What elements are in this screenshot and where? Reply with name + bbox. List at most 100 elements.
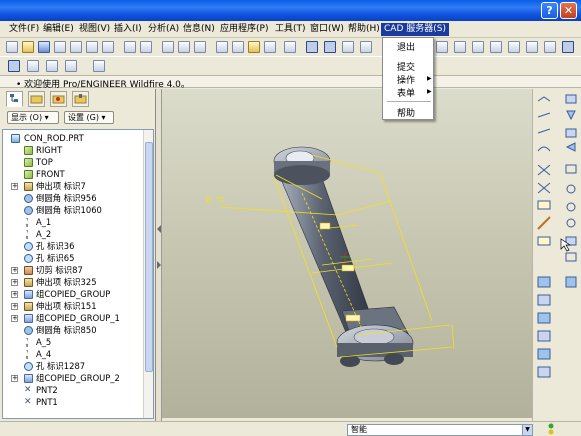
regen-manager-icon[interactable] <box>232 41 244 53</box>
menu-view[interactable]: 视图(V) <box>76 23 113 36</box>
select-box-icon[interactable] <box>264 41 276 53</box>
model-tree-icon <box>10 94 18 102</box>
undo-icon[interactable] <box>124 41 136 53</box>
hidden-line-icon[interactable] <box>490 41 502 53</box>
round-icon <box>24 206 33 215</box>
dimension-label[interactable]: Ø .75 <box>206 196 225 204</box>
expand-icon[interactable]: + <box>11 315 18 322</box>
settings-combo[interactable]: 设置 (G) ▾ <box>64 111 114 124</box>
datum-plane-display-icon[interactable] <box>8 60 20 72</box>
favorites-tab[interactable] <box>50 91 67 107</box>
paste-icon[interactable] <box>178 41 190 53</box>
menu-analysis[interactable]: 分析(A) <box>145 23 182 36</box>
menu-window[interactable]: 窗口(W) <box>307 23 347 36</box>
layers-icon[interactable] <box>454 41 466 53</box>
regenerate-icon[interactable] <box>216 41 228 53</box>
navigator-panel: 显示 (O) ▾ 设置 (G) ▾ CON_ROD.PRT RIGHT TOP … <box>0 89 156 422</box>
menu-file[interactable]: 文件(F) <box>6 23 42 36</box>
tree-row-label: 孔 标识1287 <box>36 361 86 371</box>
tree-scrollbar[interactable] <box>143 130 153 418</box>
preview-icon[interactable] <box>102 41 114 53</box>
tree-row-label: A_1 <box>36 217 52 227</box>
expand-icon[interactable]: + <box>11 267 18 274</box>
view-manager-icon[interactable] <box>436 41 448 53</box>
menu-item-exit[interactable]: 退出 <box>397 40 415 53</box>
search-tool-icon[interactable] <box>248 41 260 53</box>
tree-row-label: CON_ROD.PRT <box>24 133 84 143</box>
submenu-arrow-icon: ▶ <box>427 88 432 95</box>
menu-item-forms[interactable]: 表单 <box>397 86 415 99</box>
datum-plane-icon <box>24 146 33 155</box>
tree-row-label: 倒圆角 标识1060 <box>36 205 102 215</box>
tree-row-label: FRONT <box>36 169 65 179</box>
menu-bar: 文件(F) 编辑(E) 视图(V) 插入(I) 分析(A) 信息(N) 应用程序… <box>0 21 581 38</box>
enhanced-realism-icon[interactable] <box>544 41 556 53</box>
shaded-view-icon[interactable] <box>562 41 574 53</box>
save-icon[interactable] <box>38 41 50 53</box>
menu-item-help[interactable]: 帮助 <box>397 106 415 119</box>
connections-tab[interactable] <box>72 91 89 107</box>
group-icon <box>24 290 33 299</box>
zoom-in-icon[interactable] <box>360 41 372 53</box>
tree-row-label: 倒圆角 标识850 <box>36 325 97 335</box>
print-icon[interactable] <box>54 41 66 53</box>
expand-icon[interactable]: + <box>11 375 18 382</box>
wireframe-icon[interactable] <box>472 41 484 53</box>
status-traffic-light-icon <box>548 423 554 435</box>
datum-axis-icon <box>26 218 30 227</box>
close-button[interactable]: ✕ <box>560 2 577 19</box>
no-hidden-icon[interactable] <box>508 41 520 53</box>
help-button[interactable]: ? <box>541 2 558 19</box>
expand-icon[interactable]: + <box>11 183 18 190</box>
connecting-rod-model: Ø .75 <box>206 146 455 367</box>
cut-icon[interactable] <box>162 41 174 53</box>
selection-filter-icon[interactable] <box>284 41 296 53</box>
point-display-icon[interactable] <box>46 60 58 72</box>
expand-icon[interactable]: + <box>11 303 18 310</box>
datum-plane-icon <box>24 170 33 179</box>
new-file-icon[interactable] <box>6 41 18 53</box>
tree-row-label: RIGHT <box>36 145 63 155</box>
feature-tool-icons <box>537 94 577 378</box>
menu-tools[interactable]: 工具(T) <box>272 23 309 36</box>
menu-item-operations[interactable]: 操作 <box>397 73 415 86</box>
menu-item-submit[interactable]: 提交 <box>397 60 415 73</box>
datum-axis-display-icon[interactable] <box>27 60 39 72</box>
csys-display-icon[interactable] <box>65 60 77 72</box>
menu-applications[interactable]: 应用程序(P) <box>217 23 271 36</box>
tree-row-label: PNT2 <box>36 385 58 395</box>
open-folder-icon[interactable] <box>22 41 34 53</box>
folder-browser-tab[interactable] <box>28 91 45 107</box>
hole-icon <box>24 362 33 371</box>
model-tree-tab[interactable] <box>6 91 23 107</box>
copy-icon[interactable] <box>70 41 82 53</box>
orient-mode-icon[interactable] <box>342 41 354 53</box>
redo-icon[interactable] <box>140 41 152 53</box>
protrusion-icon <box>24 302 33 311</box>
part-icon <box>11 134 20 143</box>
spin-center-icon[interactable] <box>324 41 336 53</box>
datum-point-icon: ✕ <box>24 397 32 407</box>
tree-row-label: A_4 <box>36 349 52 359</box>
context-help-icon[interactable] <box>93 60 105 72</box>
email-icon[interactable] <box>86 41 98 53</box>
menu-info[interactable]: 信息(N) <box>180 23 218 36</box>
tree-row-label: 组COPIED_GROUP_2 <box>36 373 120 383</box>
repaint-icon[interactable] <box>306 41 318 53</box>
display-combo[interactable]: 显示 (O) ▾ <box>7 111 59 124</box>
submenu-arrow-icon: ▶ <box>427 75 432 82</box>
tree-row-label: 孔 标识36 <box>36 241 75 251</box>
menu-insert[interactable]: 插入(I) <box>111 23 145 36</box>
tree-scroll-thumb[interactable] <box>145 142 153 372</box>
menu-edit[interactable]: 编辑(E) <box>40 23 77 36</box>
menu-help[interactable]: 帮助(H) <box>345 23 383 36</box>
datum-axis-icon <box>26 338 30 347</box>
cad-server-menu: 退出 提交 操作 ▶ 表单 ▶ 帮助 <box>382 37 434 120</box>
selection-filter-select[interactable]: 智能 ▼ <box>347 424 533 436</box>
expand-icon[interactable]: + <box>11 279 18 286</box>
expand-icon[interactable]: + <box>11 291 18 298</box>
graphics-window[interactable]: Ø .75 <box>162 89 532 418</box>
menu-cad-server[interactable]: CAD 服务器(S) <box>381 23 449 36</box>
shading-icon[interactable] <box>526 41 538 53</box>
paste-special-icon[interactable] <box>194 41 206 53</box>
